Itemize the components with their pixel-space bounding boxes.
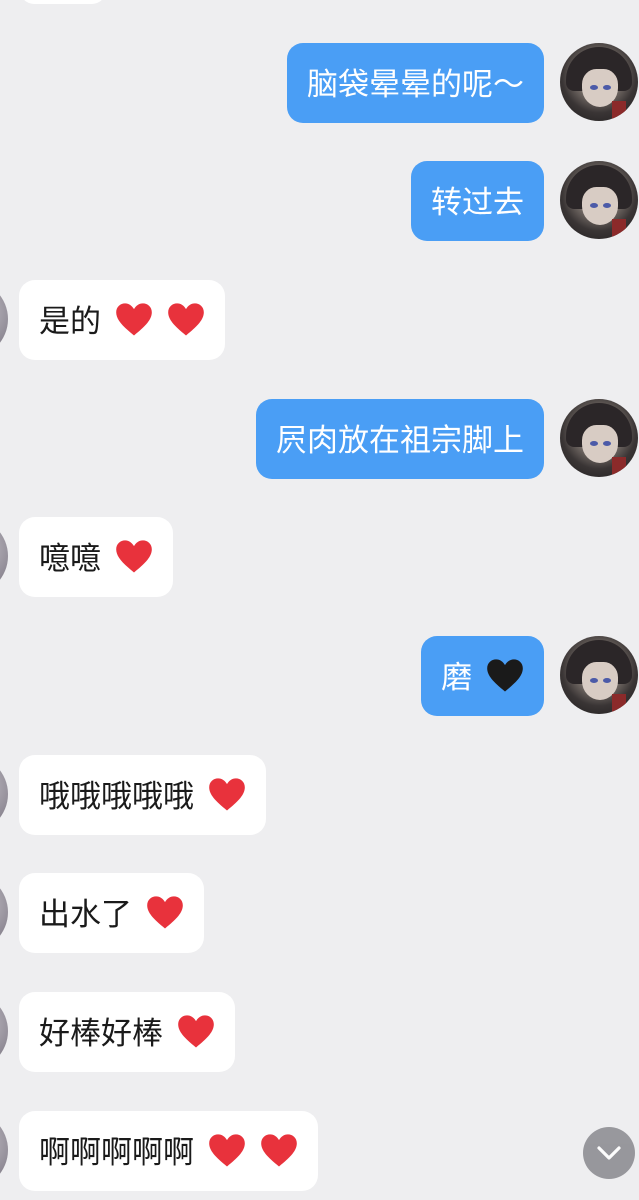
message-text: 脑袋晕晕的呢～ [307, 66, 524, 103]
message-row: 好棒好棒 [0, 992, 639, 1072]
message-text: 哦哦哦哦哦 [39, 778, 194, 815]
red-heart-icon [116, 539, 152, 572]
red-heart-icon [209, 777, 245, 810]
message-text: 噫噫 [39, 540, 101, 577]
avatar-contact[interactable] [0, 992, 8, 1070]
chevron-down-icon [597, 1146, 621, 1160]
message-bubble-incoming[interactable]: 噫噫 [19, 517, 173, 597]
red-heart-icon [178, 1014, 214, 1047]
message-bubble-partial [20, 0, 106, 4]
red-heart-icon [260, 1133, 297, 1166]
avatar-contact[interactable] [0, 517, 8, 595]
message-row: 啊啊啊啊啊 [0, 1111, 639, 1191]
message-text: 出水了 [39, 896, 132, 933]
message-bubble-outgoing[interactable]: 脑袋晕晕的呢～ [287, 43, 544, 123]
red-heart-icon [167, 302, 204, 335]
message-text: 转过去 [431, 184, 524, 221]
message-row: 屄肉放在祖宗脚上 [0, 399, 639, 479]
message-bubble-incoming[interactable]: 是的 [19, 280, 225, 360]
red-heart-icon [116, 302, 152, 335]
black-heart-icon [487, 658, 523, 691]
message-row: 哦哦哦哦哦 [0, 755, 639, 835]
scroll-to-bottom-button[interactable] [583, 1127, 635, 1179]
avatar-self[interactable] [560, 399, 638, 477]
message-bubble-incoming[interactable]: 出水了 [19, 873, 204, 953]
message-text: 是的 [39, 303, 101, 340]
red-heart-icon [147, 895, 183, 928]
avatar-contact[interactable] [0, 873, 8, 951]
message-text: 啊啊啊啊啊 [39, 1134, 194, 1171]
message-row: 噫噫 [0, 517, 639, 597]
message-row: 磨 [0, 636, 639, 716]
avatar-self[interactable] [560, 161, 638, 239]
avatar-contact[interactable] [0, 755, 8, 833]
message-bubble-incoming[interactable]: 好棒好棒 [19, 992, 235, 1072]
message-bubble-incoming[interactable]: 哦哦哦哦哦 [19, 755, 266, 835]
red-heart-icon [209, 1133, 245, 1166]
avatar-self[interactable] [560, 43, 638, 121]
message-row: 出水了 [0, 873, 639, 953]
message-row: 脑袋晕晕的呢～ [0, 43, 639, 123]
message-bubble-incoming[interactable]: 啊啊啊啊啊 [19, 1111, 318, 1191]
message-text: 好棒好棒 [39, 1015, 163, 1052]
message-text: 屄肉放在祖宗脚上 [276, 422, 524, 459]
chat-window[interactable]: 脑袋晕晕的呢～ 转过去 是的 屄肉放在祖宗脚上 噫噫 磨 哦哦哦哦哦 出水了 好… [0, 0, 639, 1200]
message-text: 磨 [441, 659, 473, 696]
avatar-contact[interactable] [0, 1111, 8, 1189]
avatar-contact[interactable] [0, 280, 8, 358]
message-bubble-outgoing[interactable]: 屄肉放在祖宗脚上 [256, 399, 544, 479]
message-row: 是的 [0, 280, 639, 360]
avatar-self[interactable] [560, 636, 638, 714]
message-row: 转过去 [0, 161, 639, 241]
message-bubble-outgoing[interactable]: 转过去 [411, 161, 544, 241]
message-bubble-outgoing[interactable]: 磨 [421, 636, 544, 716]
